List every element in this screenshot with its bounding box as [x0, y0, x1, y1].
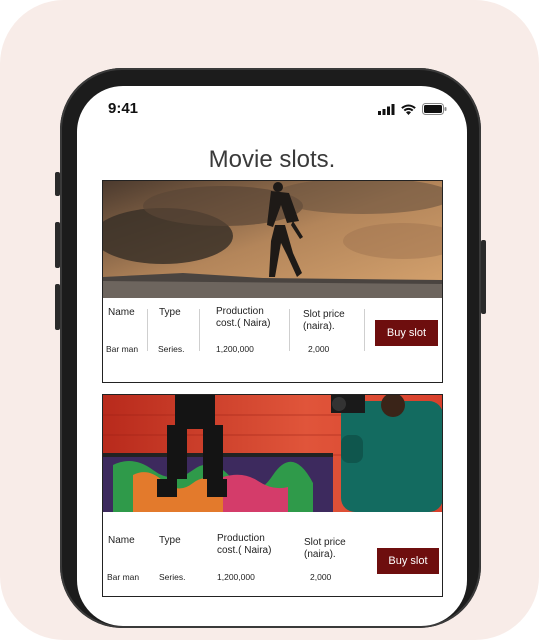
buy-slot-button[interactable]: Buy slot — [375, 320, 438, 346]
slot-price-value: 2,000 — [308, 344, 330, 354]
slot-info: Name Type Production cost.( Naira) Slot … — [103, 299, 442, 383]
slot-card: Name Type Production cost.( Naira) Slot … — [102, 180, 443, 383]
signal-icon — [378, 103, 395, 115]
phone-screen: 9:41 Movie slots. Name Type Production c… — [77, 86, 467, 626]
column-divider — [364, 309, 365, 351]
type-header: Type — [159, 535, 181, 546]
page-title: Movie slots. — [208, 146, 336, 173]
slot-info: Name Type Production cost.( Naira) Slot … — [103, 513, 442, 597]
slot-price-value: 2,000 — [310, 572, 332, 582]
name-header: Name — [108, 535, 135, 546]
type-header: Type — [159, 307, 181, 318]
type-value: Series. — [159, 572, 186, 582]
slot-price-header: Slot price (naira). — [303, 309, 345, 332]
slot-card: Name Type Production cost.( Naira) Slot … — [102, 394, 443, 597]
slot-price-header: Slot price (naira). — [304, 537, 346, 560]
movie-poster-image — [103, 395, 442, 512]
movie-poster-image — [103, 181, 442, 298]
phone-power-button — [481, 240, 486, 314]
column-divider — [147, 309, 148, 351]
type-value: Series. — [158, 344, 185, 354]
status-icons — [378, 103, 447, 115]
battery-icon — [422, 103, 447, 115]
name-header: Name — [108, 307, 135, 318]
buy-slot-button[interactable]: Buy slot — [377, 548, 439, 574]
production-cost-header: Production cost.( Naira) — [216, 306, 271, 329]
status-time: 9:41 — [108, 100, 139, 117]
production-cost-value: 1,200,000 — [217, 572, 255, 582]
name-value: Bar man — [106, 344, 139, 354]
column-divider — [199, 309, 200, 351]
column-divider — [289, 309, 290, 351]
production-cost-header: Production cost.( Naira) — [217, 533, 272, 556]
production-cost-value: 1,200,000 — [216, 344, 254, 354]
wifi-icon — [401, 104, 416, 115]
name-value: Bar man — [107, 572, 140, 582]
